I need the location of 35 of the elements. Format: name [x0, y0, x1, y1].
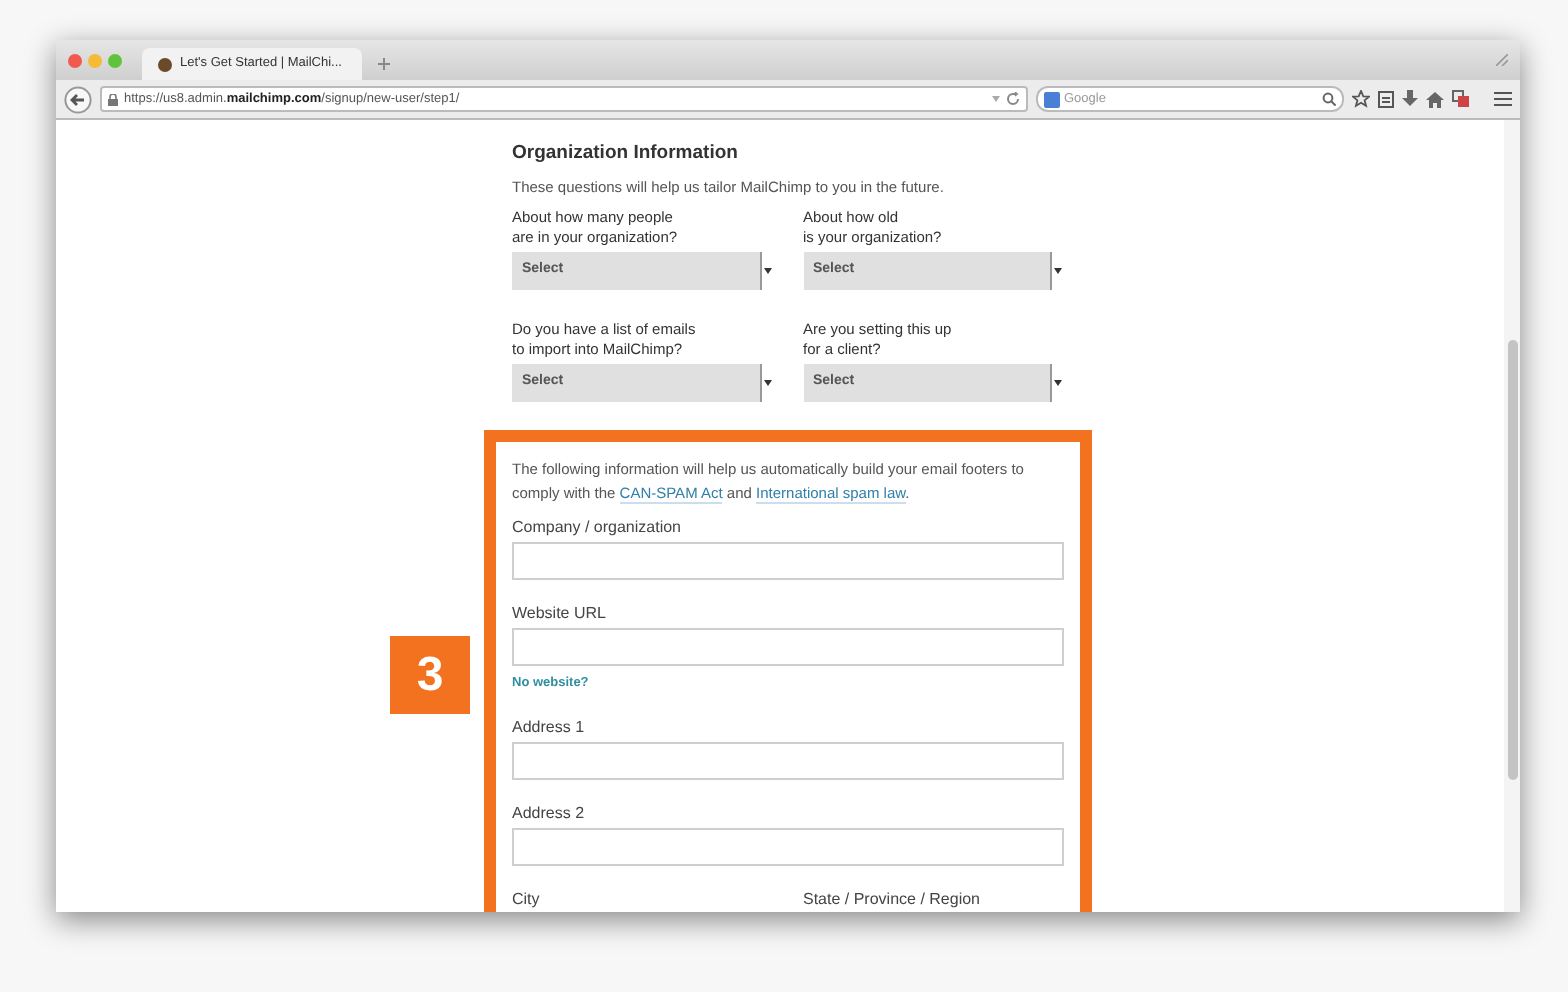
- caret-icon: [763, 268, 771, 274]
- dropdown-icon[interactable]: [992, 96, 1000, 102]
- scrollbar-thumb[interactable]: [1507, 340, 1517, 780]
- field-label: Website URL: [512, 602, 608, 626]
- step-badge: 3: [390, 636, 470, 714]
- scrollbar[interactable]: [1504, 120, 1520, 912]
- clipboard-icon[interactable]: [1378, 90, 1394, 108]
- caret-icon: [1054, 380, 1062, 386]
- new-tab-icon[interactable]: [378, 58, 390, 70]
- input-field[interactable]: [512, 542, 1064, 580]
- back-icon[interactable]: [64, 85, 92, 113]
- section-title: Organization Information: [512, 140, 740, 168]
- field-label: Company / organization: [512, 516, 683, 540]
- caret-icon: [1054, 268, 1062, 274]
- search-icon[interactable]: [1322, 92, 1336, 106]
- input-field[interactable]: [512, 628, 1064, 666]
- download-icon[interactable]: [1402, 90, 1418, 108]
- resize-icon[interactable]: [1496, 54, 1508, 66]
- field-label: State / Province / Region: [803, 887, 982, 912]
- menu-icon[interactable]: [1494, 92, 1512, 106]
- lock-icon: [108, 93, 118, 105]
- close-window-icon[interactable]: [68, 54, 82, 68]
- favicon-icon: [158, 57, 172, 71]
- field-label: City: [512, 887, 542, 912]
- bookmark-star-icon[interactable]: [1352, 90, 1370, 108]
- caret-icon: [763, 380, 771, 386]
- input-field[interactable]: [512, 741, 1064, 780]
- field-label: Address 1: [512, 715, 587, 740]
- input-field[interactable]: [512, 827, 1064, 866]
- zoom-window-icon[interactable]: [108, 54, 122, 68]
- reload-icon[interactable]: [1006, 92, 1020, 106]
- field-label: Address 2: [512, 801, 587, 826]
- home-icon[interactable]: [1426, 91, 1444, 107]
- pages-icon[interactable]: [1452, 90, 1470, 108]
- search-engine-icon[interactable]: [1044, 91, 1060, 107]
